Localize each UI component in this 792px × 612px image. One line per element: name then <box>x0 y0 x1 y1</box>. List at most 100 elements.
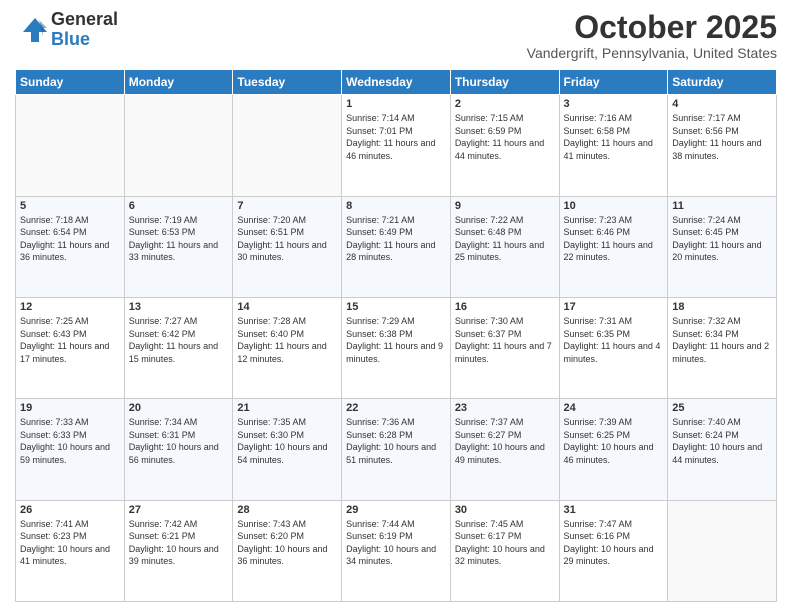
col-monday: Monday <box>124 70 233 95</box>
header: General Blue October 2025 Vandergrift, P… <box>15 10 777 61</box>
day-info-1-3: Sunrise: 7:21 AM Sunset: 6:49 PM Dayligh… <box>346 214 446 264</box>
day-number-1-1: 6 <box>129 200 229 212</box>
day-info-1-4: Sunrise: 7:22 AM Sunset: 6:48 PM Dayligh… <box>455 214 555 264</box>
calendar-cell-2-3: 15Sunrise: 7:29 AM Sunset: 6:38 PM Dayli… <box>342 297 451 398</box>
day-info-2-1: Sunrise: 7:27 AM Sunset: 6:42 PM Dayligh… <box>129 315 229 365</box>
day-info-2-5: Sunrise: 7:31 AM Sunset: 6:35 PM Dayligh… <box>564 315 664 365</box>
day-info-3-3: Sunrise: 7:36 AM Sunset: 6:28 PM Dayligh… <box>346 416 446 466</box>
col-thursday: Thursday <box>450 70 559 95</box>
day-info-3-1: Sunrise: 7:34 AM Sunset: 6:31 PM Dayligh… <box>129 416 229 466</box>
calendar-cell-3-3: 22 Sunrise: 7:36 AM Sunset: 6:28 PM Dayli… <box>342 399 451 500</box>
week-row-2: 12Sunrise: 7:25 AM Sunset: 6:43 PM Dayli… <box>16 297 777 398</box>
calendar-cell-4-2: 28 Sunrise: 7:43 AM Sunset: 6:20 PM Dayli… <box>233 500 342 601</box>
calendar-cell-3-4: 23Sunrise: 7:37 AM Sunset: 6:27 PM Dayli… <box>450 399 559 500</box>
day-info-3-2: Sunrise: 7:35 AM Sunset: 6:30 PM Dayligh… <box>237 416 337 466</box>
calendar-cell-1-5: 10 Sunrise: 7:23 AM Sunset: 6:46 PM Dayli… <box>559 196 668 297</box>
calendar-cell-3-2: 21 Sunrise: 7:35 AM Sunset: 6:30 PM Dayli… <box>233 399 342 500</box>
calendar-cell-1-3: 8 Sunrise: 7:21 AM Sunset: 6:49 PM Daylig… <box>342 196 451 297</box>
calendar-cell-4-4: 30Sunrise: 7:45 AM Sunset: 6:17 PM Dayli… <box>450 500 559 601</box>
logo-icon <box>15 14 47 46</box>
day-info-1-0: Sunrise: 7:18 AM Sunset: 6:54 PM Dayligh… <box>20 214 120 264</box>
day-number-3-1: 20 <box>129 402 229 414</box>
day-number-4-2: 28 <box>237 504 337 516</box>
day-number-0-6: 4 <box>672 98 772 110</box>
day-info-4-3: Sunrise: 7:44 AM Sunset: 6:19 PM Dayligh… <box>346 518 446 568</box>
day-info-1-5: Sunrise: 7:23 AM Sunset: 6:46 PM Dayligh… <box>564 214 664 264</box>
day-info-4-1: Sunrise: 7:42 AM Sunset: 6:21 PM Dayligh… <box>129 518 229 568</box>
day-number-2-2: 14 <box>237 301 337 313</box>
calendar-cell-4-1: 27 Sunrise: 7:42 AM Sunset: 6:21 PM Dayli… <box>124 500 233 601</box>
day-info-1-6: Sunrise: 7:24 AM Sunset: 6:45 PM Dayligh… <box>672 214 772 264</box>
week-row-3: 19 Sunrise: 7:33 AM Sunset: 6:33 PM Dayli… <box>16 399 777 500</box>
calendar-cell-2-4: 16 Sunrise: 7:30 AM Sunset: 6:37 PM Dayli… <box>450 297 559 398</box>
week-row-4: 26Sunrise: 7:41 AM Sunset: 6:23 PM Dayli… <box>16 500 777 601</box>
logo-text: General Blue <box>51 10 118 50</box>
month-title: October 2025 <box>527 10 777 45</box>
day-number-3-6: 25 <box>672 402 772 414</box>
calendar-cell-0-5: 3 Sunrise: 7:16 AM Sunset: 6:58 PM Daylig… <box>559 95 668 196</box>
day-number-0-3: 1 <box>346 98 446 110</box>
calendar-cell-1-2: 7 Sunrise: 7:20 AM Sunset: 6:51 PM Daylig… <box>233 196 342 297</box>
day-number-4-3: 29 <box>346 504 446 516</box>
location: Vandergrift, Pennsylvania, United States <box>527 45 777 61</box>
weekday-header-row: Sunday Monday Tuesday Wednesday Thursday… <box>16 70 777 95</box>
calendar-cell-1-0: 5 Sunrise: 7:18 AM Sunset: 6:54 PM Daylig… <box>16 196 125 297</box>
calendar-cell-0-4: 2 Sunrise: 7:15 AM Sunset: 6:59 PM Daylig… <box>450 95 559 196</box>
calendar-cell-4-5: 31 Sunrise: 7:47 AM Sunset: 6:16 PM Dayli… <box>559 500 668 601</box>
calendar-cell-0-1 <box>124 95 233 196</box>
calendar-cell-1-1: 6Sunrise: 7:19 AM Sunset: 6:53 PM Daylig… <box>124 196 233 297</box>
day-number-3-5: 24 <box>564 402 664 414</box>
day-number-3-2: 21 <box>237 402 337 414</box>
day-info-1-2: Sunrise: 7:20 AM Sunset: 6:51 PM Dayligh… <box>237 214 337 264</box>
day-info-0-3: Sunrise: 7:14 AM Sunset: 7:01 PM Dayligh… <box>346 112 446 162</box>
day-info-4-2: Sunrise: 7:43 AM Sunset: 6:20 PM Dayligh… <box>237 518 337 568</box>
calendar-cell-3-1: 20 Sunrise: 7:34 AM Sunset: 6:31 PM Dayli… <box>124 399 233 500</box>
day-number-1-3: 8 <box>346 200 446 212</box>
day-info-3-5: Sunrise: 7:39 AM Sunset: 6:25 PM Dayligh… <box>564 416 664 466</box>
week-row-0: 1 Sunrise: 7:14 AM Sunset: 7:01 PM Daylig… <box>16 95 777 196</box>
day-number-1-0: 5 <box>20 200 120 212</box>
day-info-3-6: Sunrise: 7:40 AM Sunset: 6:24 PM Dayligh… <box>672 416 772 466</box>
calendar-cell-1-4: 9Sunrise: 7:22 AM Sunset: 6:48 PM Daylig… <box>450 196 559 297</box>
day-number-0-4: 2 <box>455 98 555 110</box>
calendar-cell-0-2 <box>233 95 342 196</box>
calendar-cell-3-5: 24 Sunrise: 7:39 AM Sunset: 6:25 PM Dayli… <box>559 399 668 500</box>
calendar-cell-4-0: 26Sunrise: 7:41 AM Sunset: 6:23 PM Dayli… <box>16 500 125 601</box>
day-number-3-4: 23 <box>455 402 555 414</box>
day-info-4-0: Sunrise: 7:41 AM Sunset: 6:23 PM Dayligh… <box>20 518 120 568</box>
day-info-0-5: Sunrise: 7:16 AM Sunset: 6:58 PM Dayligh… <box>564 112 664 162</box>
calendar-table: Sunday Monday Tuesday Wednesday Thursday… <box>15 69 777 602</box>
calendar-cell-3-0: 19 Sunrise: 7:33 AM Sunset: 6:33 PM Dayli… <box>16 399 125 500</box>
day-number-4-5: 31 <box>564 504 664 516</box>
col-wednesday: Wednesday <box>342 70 451 95</box>
day-number-2-1: 13 <box>129 301 229 313</box>
logo-general: General <box>51 10 118 30</box>
title-block: October 2025 Vandergrift, Pennsylvania, … <box>527 10 777 61</box>
day-number-3-0: 19 <box>20 402 120 414</box>
calendar-cell-0-3: 1 Sunrise: 7:14 AM Sunset: 7:01 PM Daylig… <box>342 95 451 196</box>
day-number-2-4: 16 <box>455 301 555 313</box>
calendar-cell-2-6: 18Sunrise: 7:32 AM Sunset: 6:34 PM Dayli… <box>668 297 777 398</box>
calendar-cell-0-0 <box>16 95 125 196</box>
day-info-0-4: Sunrise: 7:15 AM Sunset: 6:59 PM Dayligh… <box>455 112 555 162</box>
day-info-2-3: Sunrise: 7:29 AM Sunset: 6:38 PM Dayligh… <box>346 315 446 365</box>
calendar-cell-3-6: 25 Sunrise: 7:40 AM Sunset: 6:24 PM Dayli… <box>668 399 777 500</box>
day-number-1-2: 7 <box>237 200 337 212</box>
calendar-cell-4-3: 29 Sunrise: 7:44 AM Sunset: 6:19 PM Dayli… <box>342 500 451 601</box>
day-info-3-0: Sunrise: 7:33 AM Sunset: 6:33 PM Dayligh… <box>20 416 120 466</box>
logo-blue: Blue <box>51 30 118 50</box>
day-number-3-3: 22 <box>346 402 446 414</box>
day-number-0-5: 3 <box>564 98 664 110</box>
calendar-cell-2-2: 14 Sunrise: 7:28 AM Sunset: 6:40 PM Dayli… <box>233 297 342 398</box>
day-info-2-6: Sunrise: 7:32 AM Sunset: 6:34 PM Dayligh… <box>672 315 772 365</box>
day-number-1-5: 10 <box>564 200 664 212</box>
day-info-2-2: Sunrise: 7:28 AM Sunset: 6:40 PM Dayligh… <box>237 315 337 365</box>
col-friday: Friday <box>559 70 668 95</box>
col-sunday: Sunday <box>16 70 125 95</box>
day-number-4-1: 27 <box>129 504 229 516</box>
col-saturday: Saturday <box>668 70 777 95</box>
day-number-1-6: 11 <box>672 200 772 212</box>
day-info-4-5: Sunrise: 7:47 AM Sunset: 6:16 PM Dayligh… <box>564 518 664 568</box>
day-info-2-4: Sunrise: 7:30 AM Sunset: 6:37 PM Dayligh… <box>455 315 555 365</box>
calendar-cell-0-6: 4Sunrise: 7:17 AM Sunset: 6:56 PM Daylig… <box>668 95 777 196</box>
